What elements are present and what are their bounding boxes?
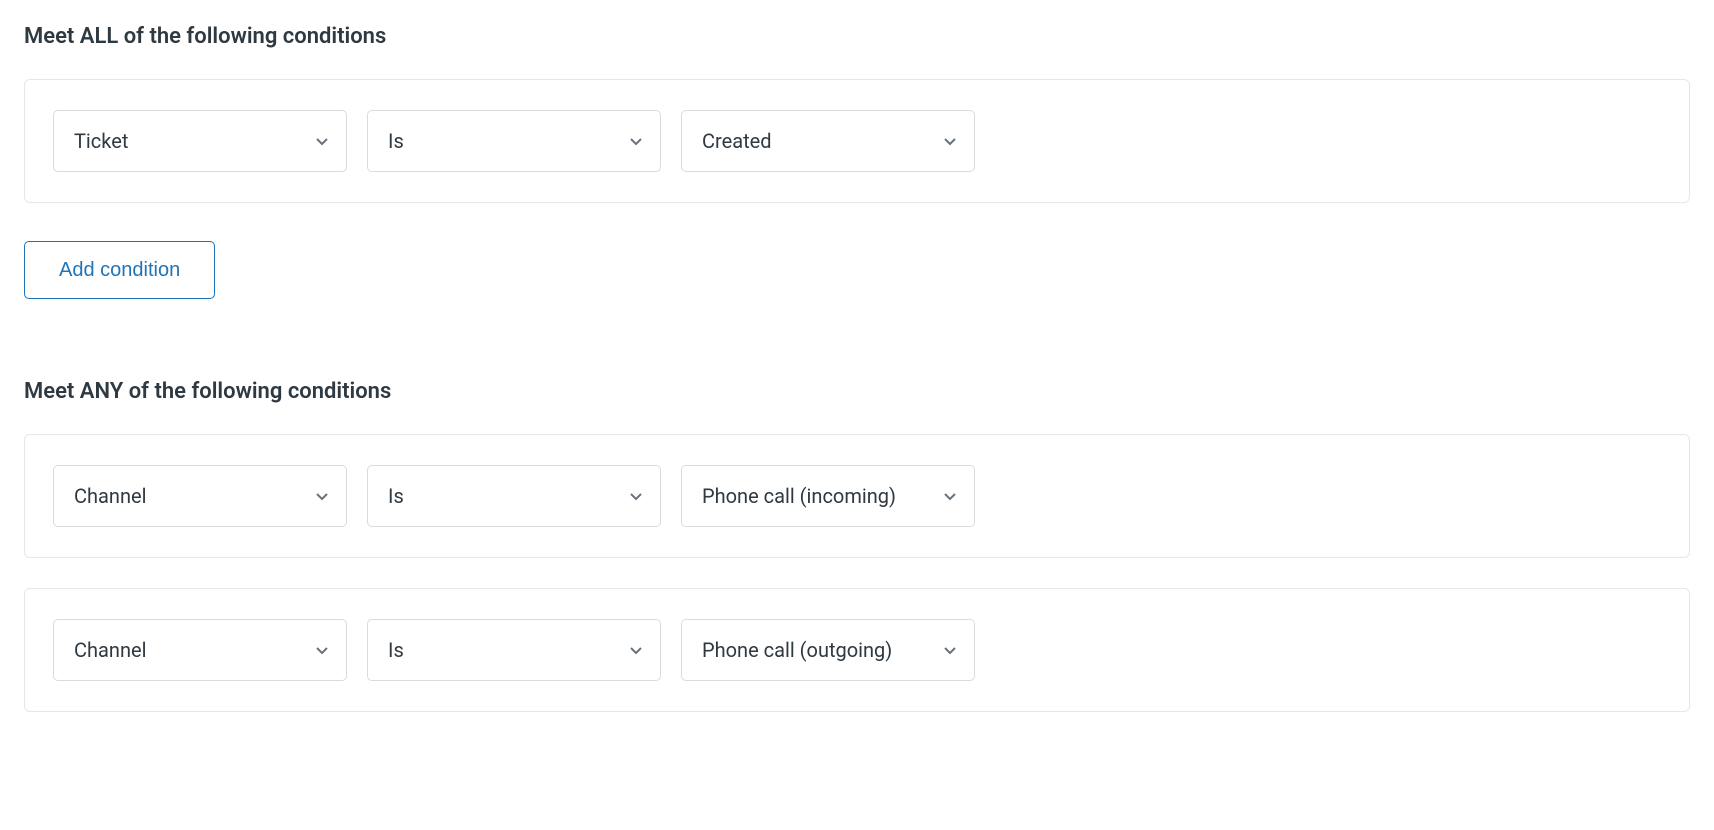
chevron-down-icon <box>942 133 958 149</box>
chevron-down-icon <box>628 488 644 504</box>
all-conditions-group: Ticket Is Created <box>24 79 1690 203</box>
all-conditions-heading: Meet ALL of the following conditions <box>24 24 1690 49</box>
condition-row: Ticket Is Created <box>53 110 1661 172</box>
condition-row: Channel Is Phone call (outgoing) <box>53 619 1661 681</box>
any-conditions-group: Channel Is Phone call (incoming) <box>24 434 1690 558</box>
condition-value-select[interactable]: Created <box>681 110 975 172</box>
condition-operator-label: Is <box>388 484 616 508</box>
condition-operator-select[interactable]: Is <box>367 619 661 681</box>
any-conditions-group: Channel Is Phone call (outgoing) <box>24 588 1690 712</box>
chevron-down-icon <box>314 488 330 504</box>
chevron-down-icon <box>314 642 330 658</box>
condition-operator-label: Is <box>388 638 616 662</box>
condition-field-label: Channel <box>74 484 302 508</box>
condition-field-label: Ticket <box>74 129 302 153</box>
condition-value-label: Phone call (outgoing) <box>702 638 930 662</box>
condition-value-label: Phone call (incoming) <box>702 484 930 508</box>
condition-field-label: Channel <box>74 638 302 662</box>
condition-field-select[interactable]: Channel <box>53 619 347 681</box>
chevron-down-icon <box>942 642 958 658</box>
chevron-down-icon <box>628 133 644 149</box>
condition-operator-label: Is <box>388 129 616 153</box>
any-conditions-heading: Meet ANY of the following conditions <box>24 379 1690 404</box>
condition-value-select[interactable]: Phone call (outgoing) <box>681 619 975 681</box>
condition-operator-select[interactable]: Is <box>367 110 661 172</box>
condition-row: Channel Is Phone call (incoming) <box>53 465 1661 527</box>
condition-operator-select[interactable]: Is <box>367 465 661 527</box>
chevron-down-icon <box>314 133 330 149</box>
condition-value-label: Created <box>702 129 930 153</box>
condition-value-select[interactable]: Phone call (incoming) <box>681 465 975 527</box>
add-condition-button[interactable]: Add condition <box>24 241 215 299</box>
condition-field-select[interactable]: Ticket <box>53 110 347 172</box>
condition-field-select[interactable]: Channel <box>53 465 347 527</box>
chevron-down-icon <box>942 488 958 504</box>
chevron-down-icon <box>628 642 644 658</box>
